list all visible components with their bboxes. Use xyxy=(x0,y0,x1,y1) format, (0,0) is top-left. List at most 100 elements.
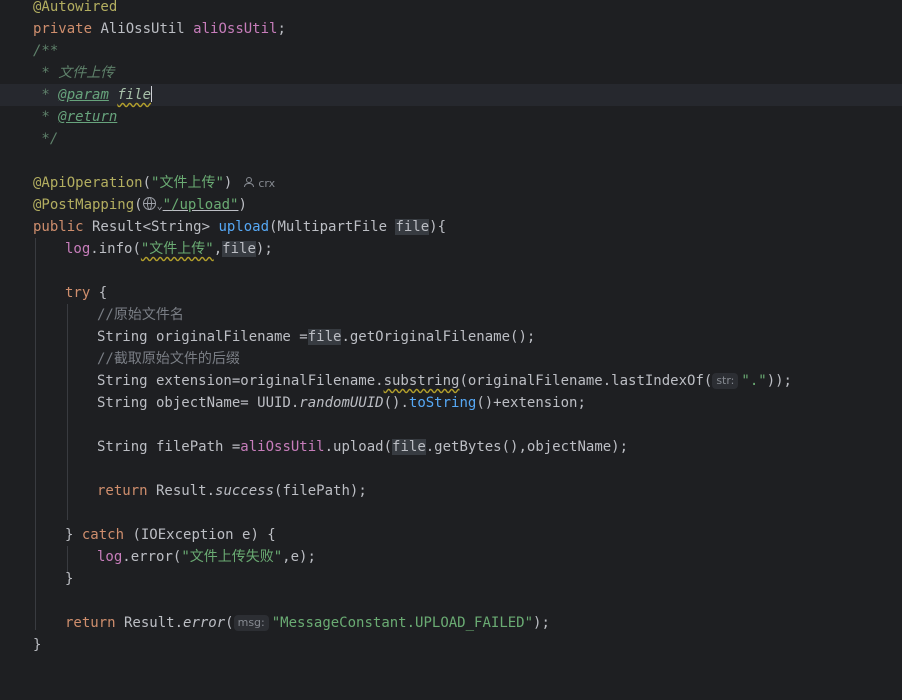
code-text: Result. xyxy=(147,483,216,499)
code-text: String objectName= UUID. xyxy=(97,395,300,411)
code-line[interactable]: @PostMapping(⌄"/upload") xyxy=(0,194,902,216)
keyword: private xyxy=(33,21,93,37)
code-text: (filePath); xyxy=(274,483,367,499)
code-line[interactable]: //截取原始文件的后缀 xyxy=(0,348,902,370)
param-highlight: file xyxy=(392,439,426,455)
javadoc-param-name: file xyxy=(117,87,152,103)
code-text: (IOException e) { xyxy=(124,527,276,543)
keyword: return xyxy=(65,615,116,631)
code-line[interactable]: * @return xyxy=(0,106,902,128)
code-line[interactable]: } xyxy=(0,568,902,590)
code-line-current[interactable]: * @param file xyxy=(0,84,902,106)
method-name: upload xyxy=(218,219,270,235)
code-text: .info( xyxy=(90,241,141,257)
code-text: ()+extension; xyxy=(476,395,586,411)
annotation-post-mapping: @PostMapping xyxy=(33,197,135,213)
keyword: catch xyxy=(81,527,125,543)
code-text: (MultipartFile xyxy=(269,219,396,235)
punctuation: ( xyxy=(134,197,143,213)
param-highlight: file xyxy=(222,241,256,257)
javadoc-text: 文件上传 xyxy=(58,65,115,81)
code-line[interactable]: return Result.error(msg: "MessageConstant… xyxy=(0,612,902,634)
javadoc-star: * xyxy=(33,87,59,103)
code-text: , xyxy=(213,241,223,257)
code-text: )); xyxy=(766,373,792,389)
javadoc-return-tag: @return xyxy=(58,109,118,125)
code-text: .upload( xyxy=(324,439,393,455)
punctuation: ) xyxy=(223,175,233,191)
text-caret xyxy=(151,86,153,102)
type-name: AliOssUtil xyxy=(92,21,194,37)
line-comment: //截取原始文件的后缀 xyxy=(97,351,240,367)
code-text: Result<String> xyxy=(83,219,219,235)
annotation-autowired: @Autowired xyxy=(33,0,118,15)
code-text: (). xyxy=(383,395,409,411)
code-line[interactable]: /** xyxy=(0,40,902,62)
code-line[interactable]: private AliOssUtil aliOssUtil; xyxy=(0,18,902,40)
parameter-hint: msg: xyxy=(233,615,269,631)
code-text: { xyxy=(90,285,108,301)
author-inlay[interactable]: crx xyxy=(244,177,275,190)
punctuation: ; xyxy=(277,21,286,37)
javadoc-close: */ xyxy=(33,131,59,147)
static-method: error xyxy=(183,615,226,631)
code-line[interactable]: log.error("文件上传失败",e); xyxy=(0,546,902,568)
string-literal: "文件上传失败" xyxy=(181,549,283,565)
string-literal: "MessageConstant.UPLOAD_FAILED" xyxy=(271,615,534,631)
keyword: public xyxy=(33,219,84,235)
method-call: toString xyxy=(408,395,477,411)
keyword: try xyxy=(65,285,91,301)
globe-icon[interactable] xyxy=(142,197,156,210)
url-string-literal[interactable]: "/upload" xyxy=(163,197,239,213)
code-text: ){ xyxy=(429,219,447,235)
code-text: ); xyxy=(255,241,273,257)
method-call-warning: substring xyxy=(383,373,460,389)
code-line[interactable]: String originalFilename =file.getOrigina… xyxy=(0,326,902,348)
code-line[interactable]: String extension=originalFilename.substr… xyxy=(0,370,902,392)
code-line[interactable]: try { xyxy=(0,282,902,304)
param-highlight: file xyxy=(395,219,430,235)
code-text: ( xyxy=(225,615,234,631)
author-name: crx xyxy=(258,177,276,190)
code-text: } xyxy=(33,637,42,653)
code-line[interactable]: */ xyxy=(0,128,902,150)
code-text: (originalFilename.lastIndexOf( xyxy=(459,373,713,389)
code-line[interactable]: } xyxy=(0,634,902,656)
javadoc-star: * xyxy=(33,65,59,81)
code-line[interactable]: } catch (IOException e) { xyxy=(0,524,902,546)
code-line[interactable]: String objectName= UUID.randomUUID().toS… xyxy=(0,392,902,414)
code-text: } xyxy=(65,527,82,543)
code-line[interactable]: public Result<String> upload(MultipartFi… xyxy=(0,216,902,238)
code-line[interactable]: return Result.success(filePath); xyxy=(0,480,902,502)
code-text: ); xyxy=(533,615,550,631)
static-method: randomUUID xyxy=(299,395,384,411)
code-text: .error( xyxy=(122,549,182,565)
code-line[interactable]: @Autowired xyxy=(0,0,902,18)
punctuation: ) xyxy=(238,197,247,213)
code-editor[interactable]: @Autowired private AliOssUtil aliOssUtil… xyxy=(0,0,902,661)
parameter-hint: str: xyxy=(712,373,739,389)
code-line[interactable]: @ApiOperation("文件上传") crx xyxy=(0,172,902,194)
code-text: String extension=originalFilename. xyxy=(97,373,384,389)
code-line[interactable]: * 文件上传 xyxy=(0,62,902,84)
keyword: return xyxy=(97,483,148,499)
field-name: aliOssUtil xyxy=(240,439,325,455)
param-highlight: file xyxy=(307,329,342,345)
code-text: .getOriginalFilename(); xyxy=(341,329,536,345)
annotation-api-operation: @ApiOperation xyxy=(33,175,143,191)
javadoc-star: * xyxy=(33,109,59,125)
field-name: aliOssUtil xyxy=(193,21,278,37)
code-text: .getBytes(),objectName); xyxy=(425,439,629,455)
code-text: ,e); xyxy=(282,549,316,565)
punctuation: ( xyxy=(142,175,152,191)
code-text: String filePath = xyxy=(97,439,241,455)
javadoc-open: /** xyxy=(33,43,59,59)
code-line[interactable]: String filePath =aliOssUtil.upload(file.… xyxy=(0,436,902,458)
code-text: Result. xyxy=(115,615,184,631)
person-icon xyxy=(244,177,255,188)
string-literal: "文件上传" xyxy=(140,241,214,257)
code-line[interactable]: log.info("文件上传",file); xyxy=(0,238,902,260)
log-field: log xyxy=(65,241,91,257)
line-comment: //原始文件名 xyxy=(97,307,184,323)
code-line[interactable]: //原始文件名 xyxy=(0,304,902,326)
